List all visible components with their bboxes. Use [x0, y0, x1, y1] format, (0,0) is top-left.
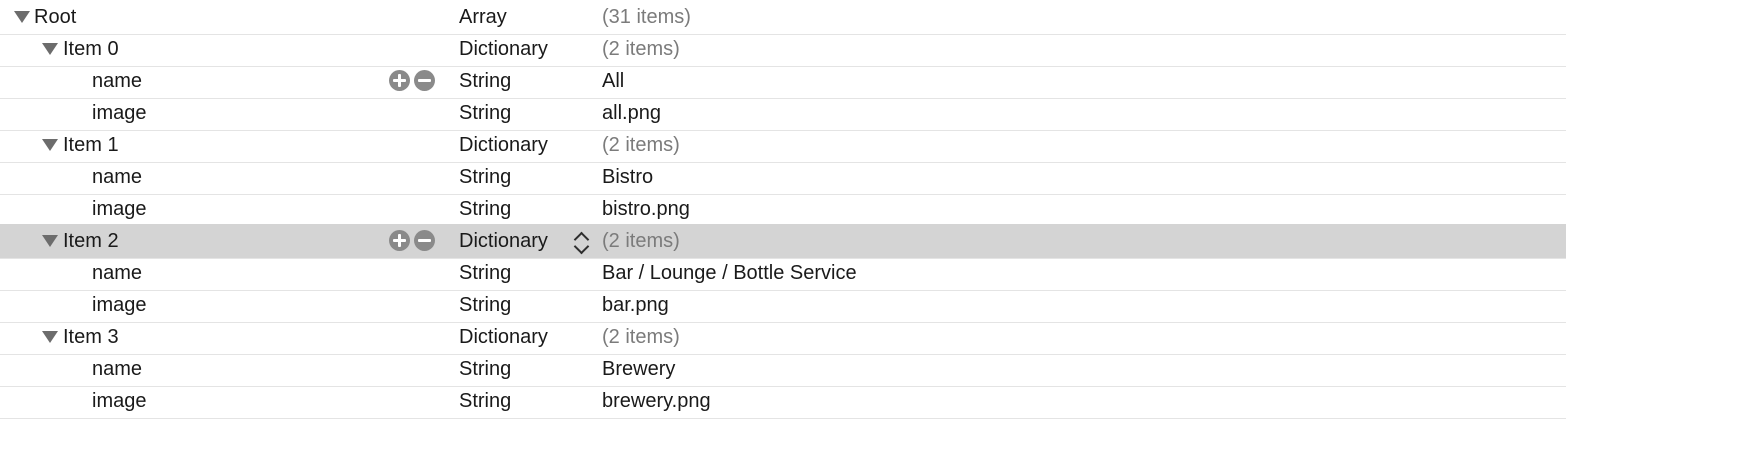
plist-row-item-1-name[interactable]: name String Bistro — [0, 160, 1566, 195]
row-key[interactable]: name — [92, 261, 142, 285]
row-type[interactable]: Array — [459, 5, 507, 29]
plist-row-item-2[interactable]: Item 2 Dictionary (2 items) — [0, 224, 1566, 259]
plus-circle-icon[interactable] — [389, 230, 410, 251]
plus-circle-icon[interactable] — [389, 70, 410, 91]
row-value[interactable]: all.png — [602, 101, 661, 125]
minus-circle-icon[interactable] — [414, 70, 435, 91]
disclosure-triangle-icon[interactable] — [42, 235, 58, 247]
row-key[interactable]: Item 0 — [63, 37, 119, 61]
row-type[interactable]: String — [459, 357, 511, 381]
plist-row-item-3-name[interactable]: name String Brewery — [0, 352, 1566, 387]
row-value[interactable]: All — [602, 69, 624, 93]
row-value[interactable]: Bar / Lounge / Bottle Service — [602, 261, 857, 285]
row-value[interactable]: Bistro — [602, 165, 653, 189]
plist-row-item-0-image[interactable]: image String all.png — [0, 96, 1566, 131]
row-key[interactable]: name — [92, 357, 142, 381]
row-key[interactable]: Root — [34, 5, 76, 29]
disclosure-triangle-icon[interactable] — [42, 139, 58, 151]
plist-row-item-3[interactable]: Item 3 Dictionary (2 items) — [0, 320, 1566, 355]
plist-row-item-2-name[interactable]: name String Bar / Lounge / Bottle Servic… — [0, 256, 1566, 291]
disclosure-triangle-icon[interactable] — [42, 43, 58, 55]
row-value: (2 items) — [602, 230, 680, 252]
plist-row-root[interactable]: Root Array (31 items) — [0, 0, 1566, 35]
row-key[interactable]: image — [92, 197, 146, 221]
plist-row-item-3-image[interactable]: image String brewery.png — [0, 384, 1566, 419]
row-value[interactable]: bistro.png — [602, 197, 690, 221]
row-type[interactable]: String — [459, 261, 511, 285]
row-value: (2 items) — [602, 38, 680, 60]
row-key[interactable]: image — [92, 293, 146, 317]
row-type[interactable]: Dictionary — [459, 133, 548, 157]
plist-row-item-1[interactable]: Item 1 Dictionary (2 items) — [0, 128, 1566, 163]
row-type[interactable]: String — [459, 389, 511, 413]
row-value: (2 items) — [602, 134, 680, 156]
plist-row-item-2-image[interactable]: image String bar.png — [0, 288, 1566, 323]
plist-editor: Root Array (31 items) Item 0 Dictionary … — [0, 0, 1566, 468]
row-value[interactable]: bar.png — [602, 293, 669, 317]
row-key[interactable]: image — [92, 389, 146, 413]
row-type[interactable]: String — [459, 69, 511, 93]
row-key[interactable]: Item 3 — [63, 325, 119, 349]
row-type[interactable]: Dictionary — [459, 325, 548, 349]
disclosure-triangle-icon[interactable] — [42, 331, 58, 343]
row-key[interactable]: name — [92, 165, 142, 189]
row-value[interactable]: brewery.png — [602, 389, 711, 413]
row-type[interactable]: String — [459, 165, 511, 189]
up-down-chevron-icon[interactable] — [572, 228, 592, 256]
type-popup[interactable]: Dictionary — [459, 229, 548, 253]
plist-row-item-0-name[interactable]: name String All — [0, 64, 1566, 99]
row-key[interactable]: name — [92, 69, 142, 93]
row-key[interactable]: image — [92, 101, 146, 125]
minus-circle-icon[interactable] — [414, 230, 435, 251]
row-type[interactable]: String — [459, 101, 511, 125]
plist-row-item-0[interactable]: Item 0 Dictionary (2 items) — [0, 32, 1566, 67]
disclosure-triangle-icon[interactable] — [14, 11, 30, 23]
row-type[interactable]: String — [459, 293, 511, 317]
row-key[interactable]: Item 2 — [63, 229, 119, 253]
row-type[interactable]: String — [459, 197, 511, 221]
row-value: (31 items) — [602, 6, 691, 28]
plist-row-item-1-image[interactable]: image String bistro.png — [0, 192, 1566, 227]
row-value: (2 items) — [602, 326, 680, 348]
row-value[interactable]: Brewery — [602, 357, 675, 381]
row-type[interactable]: Dictionary — [459, 37, 548, 61]
row-key[interactable]: Item 1 — [63, 133, 119, 157]
